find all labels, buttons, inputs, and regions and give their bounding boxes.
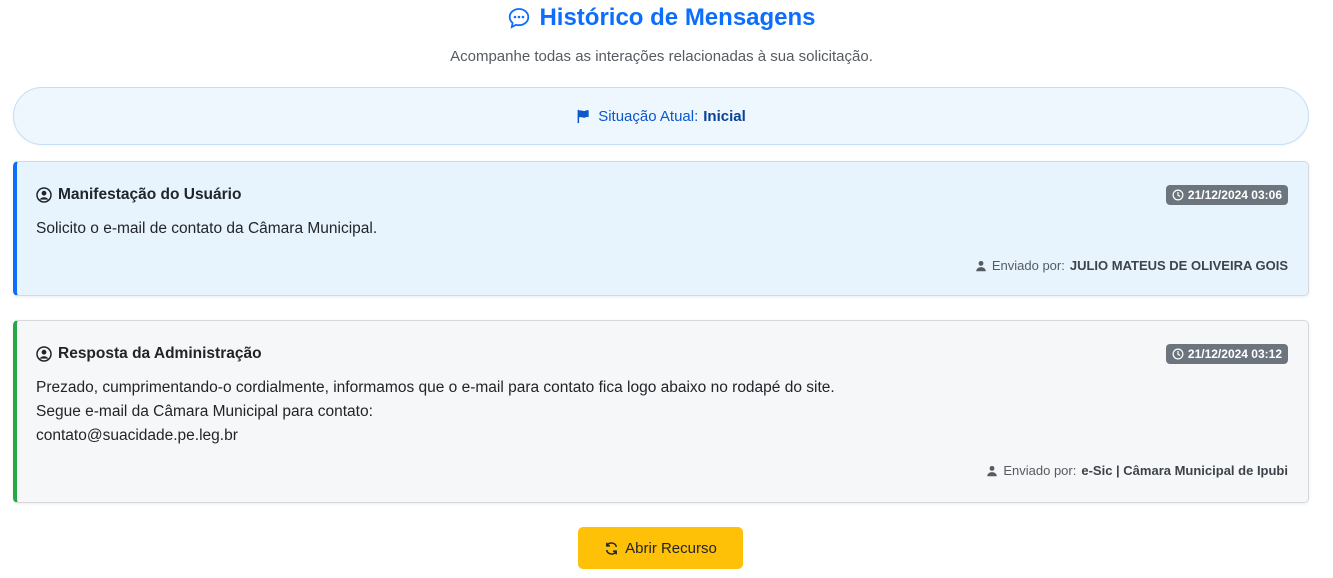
message-body: Prezado, cumprimentando-o cordialmente, …	[36, 376, 1288, 448]
sender-label: Enviado por:	[1003, 463, 1077, 478]
message-line: Prezado, cumprimentando-o cordialmente, …	[36, 379, 835, 396]
sender-name: e-Sic | Câmara Municipal de Ipubi	[1081, 463, 1288, 478]
message-line: Segue e-mail da Câmara Municipal para co…	[36, 403, 373, 420]
open-appeal-button[interactable]: Abrir Recurso	[578, 527, 743, 569]
card-title-text: Resposta da Administração	[58, 345, 262, 362]
card-title: Resposta da Administração	[36, 345, 262, 363]
sender-name: JULIO MATEUS DE OLIVEIRA GOIS	[1069, 258, 1288, 273]
status-bar: Situação Atual: Inicial	[13, 87, 1309, 145]
page-title: Histórico de Mensagens	[507, 4, 816, 32]
status-label: Situação Atual:	[598, 107, 699, 125]
card-title-text: Manifestação do Usuário	[58, 186, 242, 203]
admin-response-card: Resposta da Administração 21/12/2024 03:…	[13, 320, 1309, 503]
message-body: Solicito o e-mail de contato da Câmara M…	[36, 217, 1288, 241]
status-value: Inicial	[703, 107, 746, 125]
timestamp-badge: 21/12/2024 03:06	[1165, 185, 1288, 205]
page-header: Histórico de Mensagens Acompanhe todas a…	[0, 4, 1323, 65]
card-header: Resposta da Administração 21/12/2024 03:…	[36, 343, 1288, 365]
user-circle-icon	[36, 346, 52, 362]
clock-icon	[1172, 189, 1184, 201]
refresh-icon	[606, 541, 618, 555]
chat-dots-icon	[509, 8, 530, 29]
card-title: Manifestação do Usuário	[36, 186, 241, 204]
user-message-card: Manifestação do Usuário 21/12/2024 03:06…	[13, 161, 1309, 296]
page-subtitle: Acompanhe todas as interações relacionad…	[450, 48, 873, 65]
message-line: contato@suacidade.pe.leg.br	[36, 427, 238, 444]
timestamp-text: 21/12/2024 03:12	[1187, 347, 1282, 361]
sender-label: Enviado por:	[991, 258, 1065, 273]
card-header: Manifestação do Usuário 21/12/2024 03:06	[36, 184, 1288, 206]
sender-info: Enviado por: JULIO MATEUS DE OLIVEIRA GO…	[975, 258, 1288, 273]
message-line: Solicito o e-mail de contato da Câmara M…	[36, 220, 378, 237]
person-icon	[975, 260, 986, 271]
sender-info: Enviado por: e-Sic | Câmara Municipal de…	[986, 463, 1288, 478]
person-icon	[987, 465, 998, 476]
open-appeal-label: Abrir Recurso	[625, 539, 717, 557]
user-circle-icon	[36, 187, 52, 203]
timestamp-text: 21/12/2024 03:06	[1187, 188, 1282, 202]
flag-icon	[577, 109, 589, 123]
page-title-text: Histórico de Mensagens	[539, 4, 816, 31]
timestamp-badge: 21/12/2024 03:12	[1165, 344, 1288, 364]
clock-icon	[1172, 348, 1184, 360]
